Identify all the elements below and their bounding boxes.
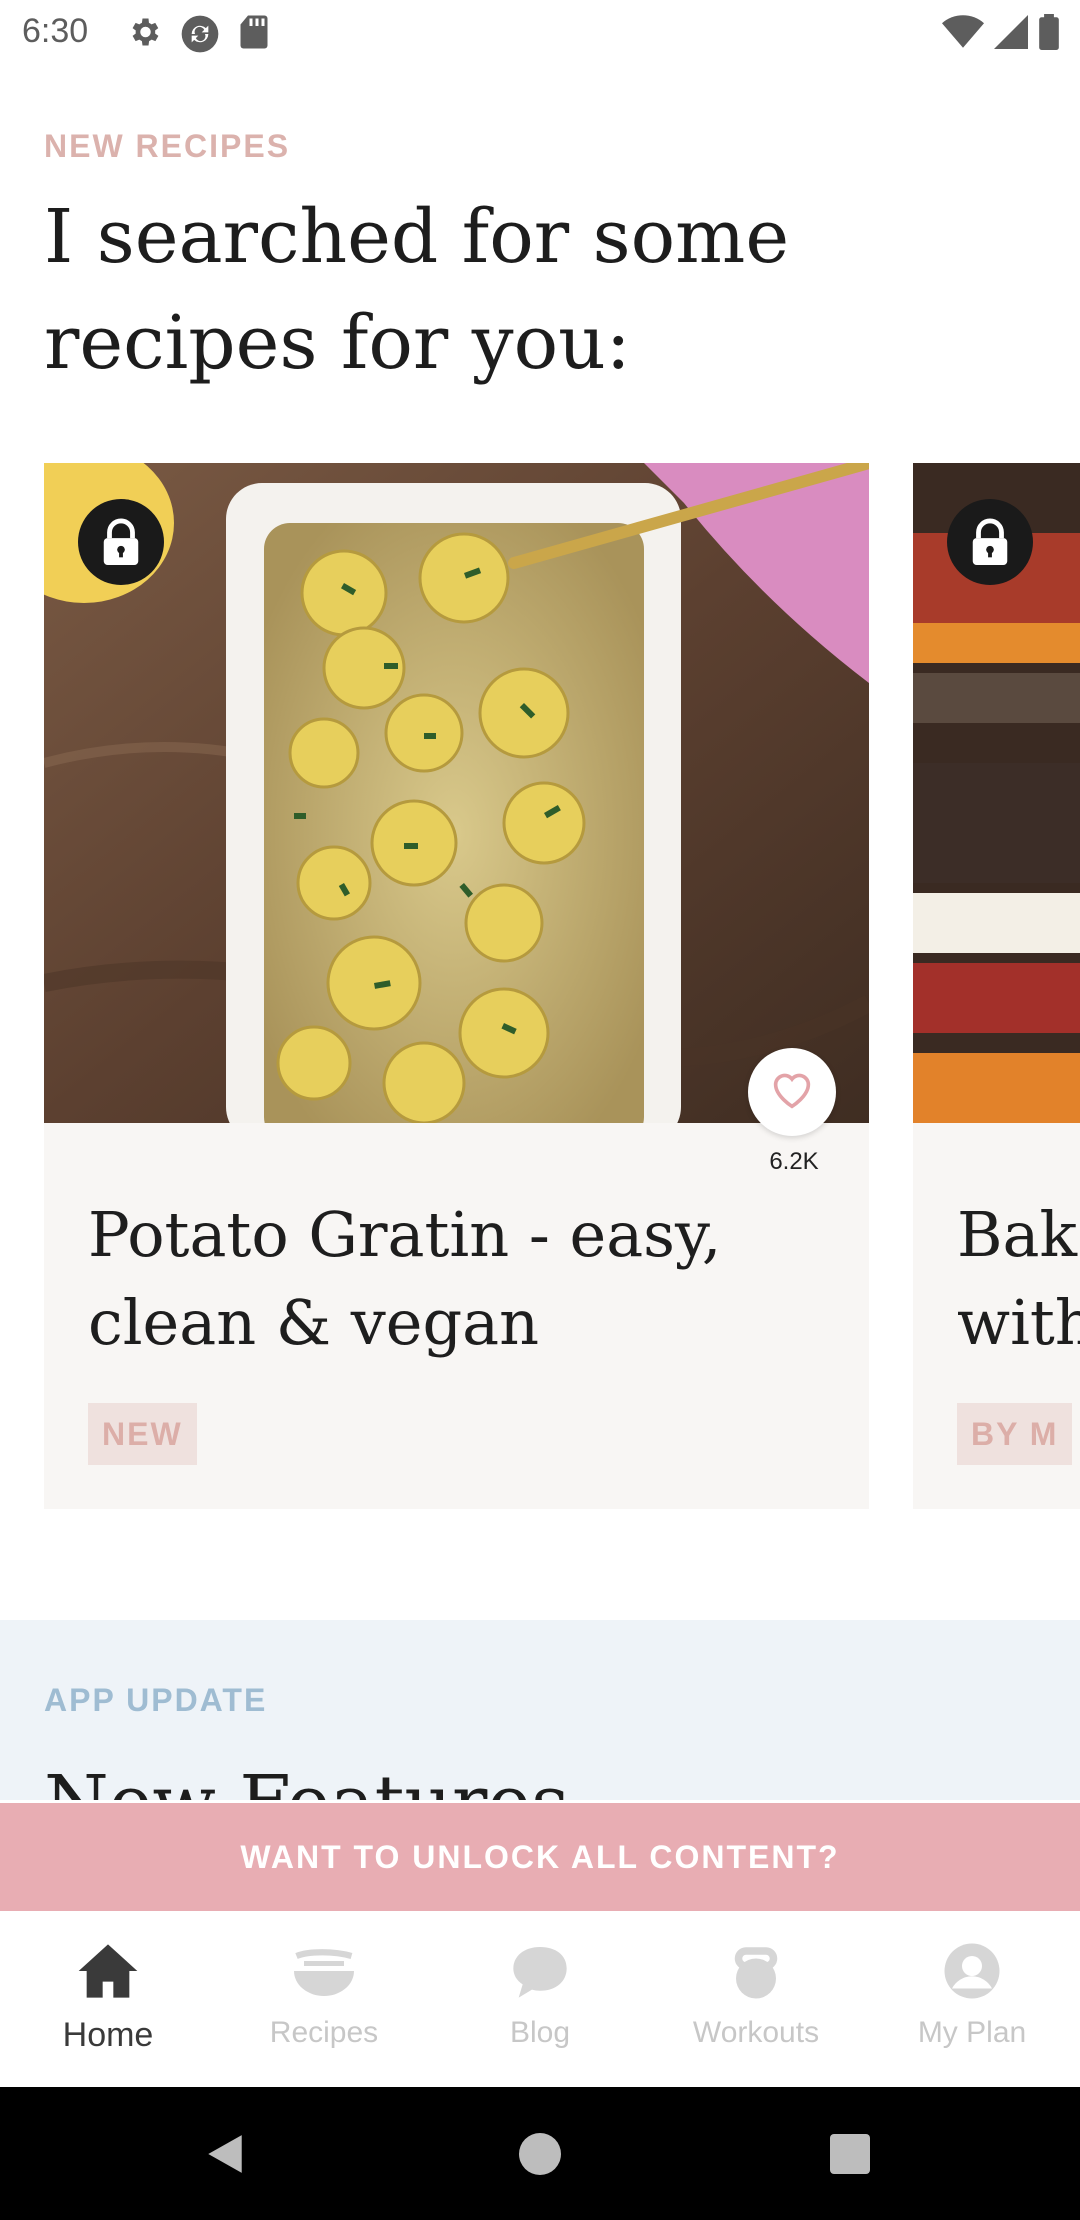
likes-count: 6.2K	[769, 1148, 819, 1175]
recipe-badge: NEW	[88, 1403, 197, 1465]
section-label-new-recipes: NEW RECIPES	[44, 128, 291, 164]
unlock-content-button[interactable]: WANT TO UNLOCK ALL CONTENT?	[0, 1803, 1080, 1911]
page-headline: I searched for some recipes for you:	[44, 194, 790, 386]
sd-card-icon	[238, 14, 270, 59]
recipe-title[interactable]: Potato Gratin - easy, clean & vegan	[88, 1191, 808, 1367]
nav-item-blog[interactable]: Blog	[432, 1911, 648, 2087]
profile-icon	[941, 1941, 1003, 2006]
recipe-title[interactable]: Bak with	[957, 1191, 1080, 1367]
wifi-icon	[942, 14, 984, 55]
recipe-card[interactable]: Bak with BY M	[913, 463, 1080, 1509]
signal-icon	[994, 14, 1028, 55]
nav-label: Recipes	[269, 2016, 379, 2049]
lock-icon	[78, 499, 164, 585]
nav-label: Home	[62, 2016, 154, 2054]
recipe-image	[44, 463, 869, 1123]
bowl-icon	[289, 1941, 359, 2006]
like-button[interactable]	[748, 1048, 836, 1136]
nav-label: My Plan	[917, 2016, 1027, 2049]
status-time: 6:30	[22, 12, 89, 50]
recipe-badge: BY M	[957, 1403, 1073, 1465]
recents-icon[interactable]	[790, 2087, 910, 2220]
nav-item-recipes[interactable]: Recipes	[216, 1911, 432, 2087]
lock-icon	[947, 499, 1033, 585]
home-circle-icon[interactable]	[480, 2087, 600, 2220]
nav-item-workouts[interactable]: Workouts	[648, 1911, 864, 2087]
sync-icon	[180, 14, 220, 59]
system-navigation-bar	[0, 2087, 1080, 2220]
status-bar: 6:30	[0, 0, 1080, 66]
kettlebell-icon	[728, 1941, 784, 2006]
section-label-app-update: APP UPDATE	[44, 1682, 268, 1718]
nav-item-my-plan[interactable]: My Plan	[864, 1911, 1080, 2087]
recipe-card[interactable]: 6.2K Potato Gratin - easy, clean & vegan…	[44, 463, 869, 1509]
recipe-image	[913, 463, 1080, 1123]
back-icon[interactable]	[165, 2087, 285, 2220]
heart-icon	[770, 1070, 814, 1115]
nav-label: Workouts	[692, 2016, 820, 2049]
home-icon	[76, 1941, 140, 2006]
nav-item-home[interactable]: Home	[0, 1911, 216, 2087]
nav-label: Blog	[509, 2016, 571, 2049]
status-icons-left	[126, 14, 270, 59]
app-update-section[interactable]: APP UPDATE New Features	[0, 1620, 1080, 1800]
battery-icon	[1038, 14, 1060, 55]
recipe-carousel[interactable]: 6.2K Potato Gratin - easy, clean & vegan…	[0, 463, 1080, 1513]
chat-bubble-icon	[508, 1941, 572, 2006]
status-icons-right	[942, 14, 1060, 55]
bottom-nav: Home Recipes Blog Workouts My Plan	[0, 1911, 1080, 2087]
app-update-title: New Features	[44, 1760, 569, 1800]
gear-icon	[126, 14, 162, 59]
